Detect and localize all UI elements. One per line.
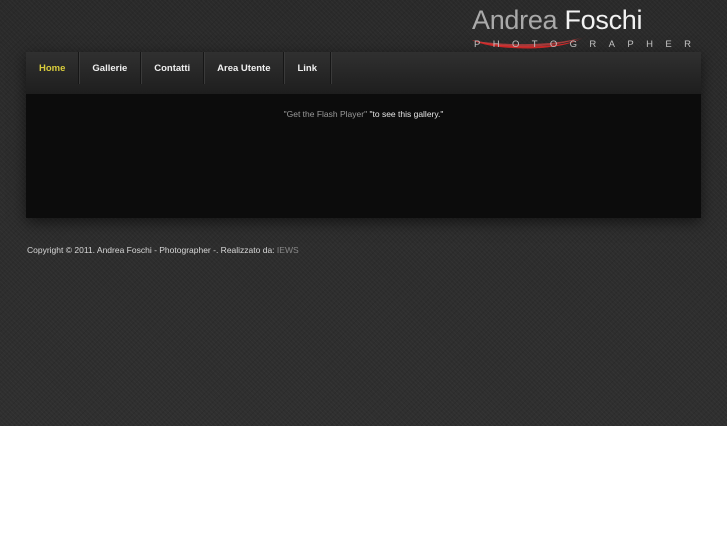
nav-item-contatti[interactable]: Contatti bbox=[141, 52, 205, 84]
site-logo[interactable]: Andrea Foschi PHOTOGRAPHER bbox=[466, 4, 706, 54]
logo-subtitle: PHOTOGRAPHER bbox=[474, 39, 704, 50]
nav-item-area-utente[interactable]: Area Utente bbox=[204, 52, 285, 84]
nav-item-link[interactable]: Link bbox=[284, 52, 332, 84]
logo-wordmark: Andrea Foschi bbox=[472, 5, 643, 35]
nav-item-gallerie[interactable]: Gallerie bbox=[79, 52, 142, 84]
flash-message: "to see this gallery." bbox=[367, 109, 444, 119]
main-nav: Home Gallerie Contatti Area Utente Link bbox=[26, 52, 701, 94]
logo-last-name: Foschi bbox=[564, 5, 643, 35]
footer-credit-link[interactable]: IEWS bbox=[277, 245, 299, 255]
main-container: Home Gallerie Contatti Area Utente Link … bbox=[26, 52, 701, 218]
logo-first-name: Andrea bbox=[472, 5, 558, 35]
nav-item-home[interactable]: Home bbox=[26, 52, 80, 84]
get-flash-player-link[interactable]: "Get the Flash Player" bbox=[284, 109, 368, 119]
footer: Copyright © 2011. Andrea Foschi - Photog… bbox=[27, 245, 299, 255]
footer-copyright: Copyright © 2011. Andrea Foschi - Photog… bbox=[27, 245, 277, 255]
flash-gallery-notice: "Get the Flash Player" "to see this gall… bbox=[26, 109, 701, 119]
